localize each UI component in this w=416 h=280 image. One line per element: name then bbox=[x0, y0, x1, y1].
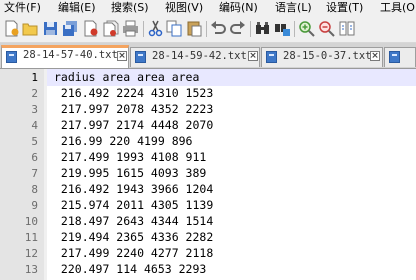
toolbar-separator bbox=[143, 21, 144, 37]
paste-icon[interactable] bbox=[186, 20, 203, 37]
menu-view[interactable]: 视图(V) bbox=[165, 0, 203, 16]
cut-icon[interactable] bbox=[147, 20, 164, 37]
tab-label: 28-14-59-42.txt bbox=[152, 50, 247, 62]
toolbar bbox=[0, 16, 416, 43]
save-all-icon[interactable] bbox=[62, 20, 79, 37]
line-number: 7 bbox=[31, 167, 38, 180]
code-line[interactable]: 219.494 2365 4336 2282 bbox=[54, 230, 213, 244]
code-line[interactable]: radius area area area bbox=[54, 70, 199, 84]
menu-edit[interactable]: 编辑(E) bbox=[58, 0, 96, 16]
menu-file[interactable]: 文件(F) bbox=[4, 0, 41, 16]
menu-bar: 文件(F) 编辑(E) 搜索(S) 视图(V) 编码(N) 语言(L) 设置(T… bbox=[0, 0, 416, 16]
line-number: 8 bbox=[31, 183, 38, 196]
code-line[interactable]: 216.492 2224 4310 1523 bbox=[54, 86, 213, 100]
line-number: 2 bbox=[31, 87, 38, 100]
close-all-icon[interactable] bbox=[102, 20, 119, 37]
undo-icon[interactable] bbox=[210, 20, 227, 37]
menu-search[interactable]: 搜索(S) bbox=[111, 0, 149, 16]
print-icon[interactable] bbox=[122, 20, 139, 37]
tab-close-icon[interactable]: × bbox=[370, 51, 380, 61]
line-number: 1 bbox=[31, 71, 38, 84]
file-icon bbox=[266, 51, 277, 63]
tab-bar: 28-14-57-40.txt × 28-14-59-42.txt × 28-1… bbox=[0, 43, 416, 69]
line-number: 6 bbox=[31, 151, 38, 164]
line-number: 9 bbox=[31, 199, 38, 212]
file-icon bbox=[6, 51, 17, 63]
sync-scroll-icon[interactable] bbox=[339, 20, 356, 37]
tab-close-icon[interactable]: × bbox=[117, 51, 127, 61]
menu-tools[interactable]: 工具(O) bbox=[380, 0, 416, 16]
tab-close-icon[interactable]: × bbox=[248, 51, 258, 61]
toolbar-separator bbox=[294, 21, 295, 37]
new-file-icon[interactable] bbox=[3, 20, 20, 37]
code-line[interactable]: 219.995 1615 4093 389 bbox=[54, 166, 206, 180]
line-number: 10 bbox=[24, 215, 38, 228]
tab-file-4[interactable] bbox=[384, 47, 416, 67]
menu-language[interactable]: 语言(L) bbox=[275, 0, 312, 16]
fold-margin bbox=[44, 69, 47, 280]
line-number: 11 bbox=[24, 231, 38, 244]
tab-file-2[interactable]: 28-14-59-42.txt × bbox=[130, 47, 260, 67]
line-number: 3 bbox=[31, 103, 38, 116]
line-number: 12 bbox=[24, 247, 38, 260]
editor[interactable]: 1 2 3 4 5 6 7 8 9 10 11 12 13 radius are… bbox=[0, 69, 416, 280]
tab-label: 28-15-0-37.txt bbox=[283, 50, 372, 62]
close-icon[interactable] bbox=[82, 20, 99, 37]
tab-label: 28-14-57-40.txt bbox=[23, 49, 118, 61]
copy-icon[interactable] bbox=[166, 20, 183, 37]
toolbar-separator bbox=[250, 21, 251, 37]
line-number: 5 bbox=[31, 135, 38, 148]
code-line[interactable]: 217.499 1993 4108 911 bbox=[54, 150, 206, 164]
code-line[interactable]: 217.997 2078 4352 2223 bbox=[54, 102, 213, 116]
code-line[interactable]: 216.99 220 4199 896 bbox=[54, 134, 193, 148]
replace-icon[interactable] bbox=[274, 20, 291, 37]
code-line[interactable]: 215.974 2011 4305 1139 bbox=[54, 198, 213, 212]
zoom-out-icon[interactable] bbox=[318, 20, 335, 37]
code-line[interactable]: 217.499 2240 4277 2118 bbox=[54, 246, 213, 260]
line-number: 13 bbox=[24, 263, 38, 276]
code-line[interactable]: 217.997 2174 4448 2070 bbox=[54, 118, 213, 132]
code-line[interactable]: 218.497 2643 4344 1514 bbox=[54, 214, 213, 228]
toolbar-separator bbox=[206, 21, 207, 37]
file-icon bbox=[135, 51, 146, 63]
open-file-icon[interactable] bbox=[22, 20, 39, 37]
menu-encoding[interactable]: 编码(N) bbox=[219, 0, 258, 16]
redo-icon[interactable] bbox=[229, 20, 246, 37]
code-line[interactable]: 220.497 114 4653 2293 bbox=[54, 262, 206, 276]
code-line[interactable]: 216.492 1943 3966 1204 bbox=[54, 182, 213, 196]
line-number: 4 bbox=[31, 119, 38, 132]
file-icon bbox=[389, 51, 400, 63]
tab-file-1[interactable]: 28-14-57-40.txt × bbox=[1, 45, 129, 68]
zoom-in-icon[interactable] bbox=[298, 20, 315, 37]
tab-file-3[interactable]: 28-15-0-37.txt × bbox=[261, 47, 383, 67]
menu-settings[interactable]: 设置(T) bbox=[326, 0, 363, 16]
find-icon[interactable] bbox=[254, 20, 271, 37]
save-icon[interactable] bbox=[42, 20, 59, 37]
